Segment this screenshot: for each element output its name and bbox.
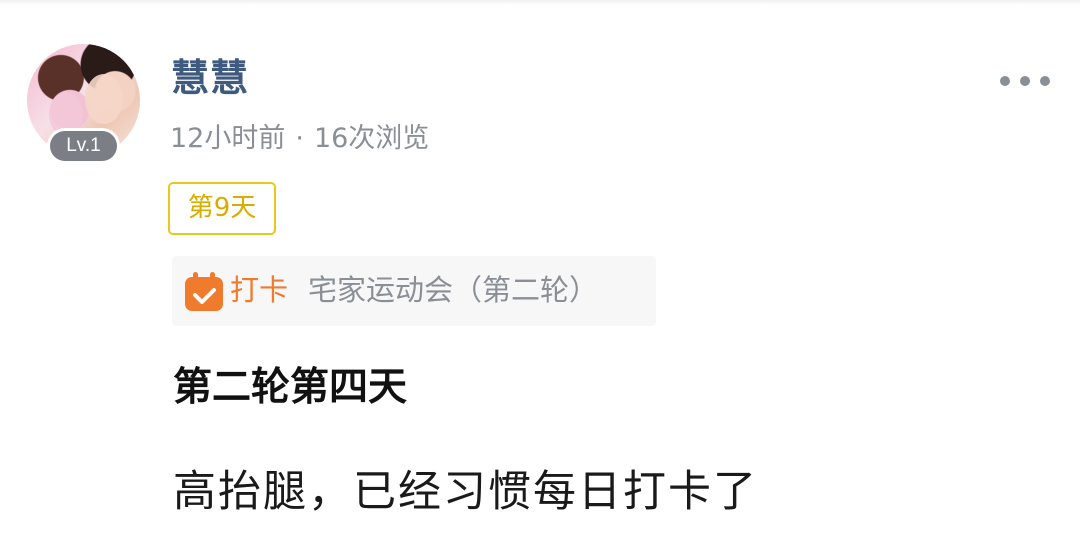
checkin-topic: 宅家运动会（第二轮）: [308, 273, 599, 307]
more-dot: [1020, 76, 1030, 86]
more-dots-icon[interactable]: [1000, 72, 1050, 90]
author-name[interactable]: 慧慧: [171, 54, 249, 102]
avatar-photo-detail: [85, 74, 123, 124]
top-divider: [0, 0, 1080, 6]
post-body: 高抬腿，已经习惯每日打卡了: [173, 467, 758, 517]
more-dot: [1040, 76, 1050, 86]
post-time: 12小时前: [170, 123, 286, 154]
checkin-topic-link[interactable]: 打卡 宅家运动会（第二轮）: [172, 256, 656, 326]
calendar-check-icon: [185, 272, 223, 311]
post-meta: 12小时前 · 16次浏览: [170, 120, 429, 158]
more-dot: [1000, 76, 1010, 86]
meta-separator: ·: [295, 123, 304, 154]
day-tag: 第9天: [168, 182, 276, 235]
level-badge: Lv.1: [50, 131, 117, 161]
avatar-photo-detail-2: [49, 92, 83, 136]
view-count: 16次浏览: [313, 123, 430, 154]
post-title: 第二轮第四天: [173, 365, 408, 410]
checkin-label: 打卡: [230, 273, 289, 307]
